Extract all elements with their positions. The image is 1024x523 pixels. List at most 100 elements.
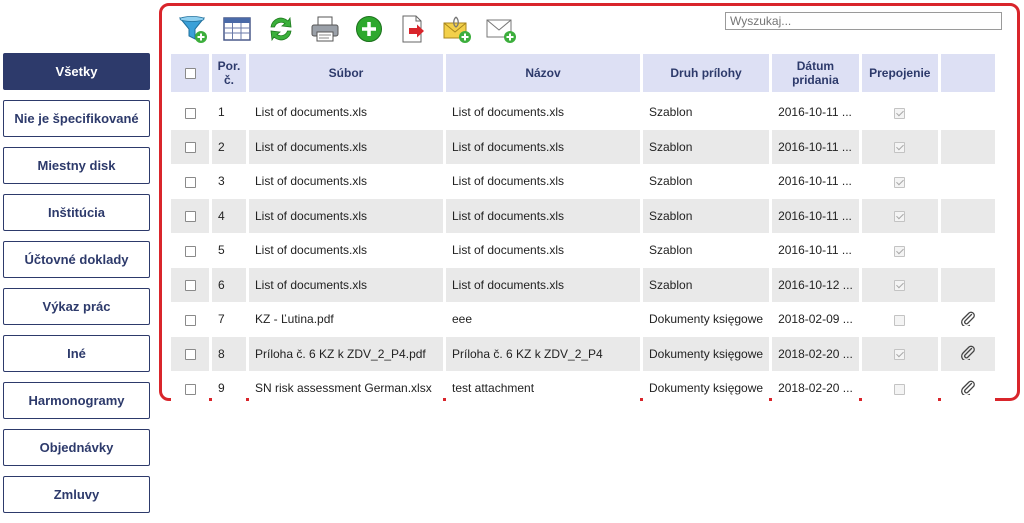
- attachment-clip-icon[interactable]: [960, 311, 976, 329]
- row-link-cell: [861, 336, 938, 371]
- row-type: Szablon: [643, 95, 770, 130]
- category-sidebar: Všetky Nie je špecifikované Miestny disk…: [3, 53, 150, 523]
- row-date: 2016-10-11 ...: [772, 233, 859, 268]
- row-type: Szablon: [643, 198, 770, 233]
- row-checkbox[interactable]: [184, 280, 196, 292]
- header-file[interactable]: Súbor: [249, 54, 443, 95]
- select-all-header: [171, 54, 209, 95]
- table-row[interactable]: 8 Príloha č. 6 KZ k ZDV_2_P4.pdf Príloha…: [171, 336, 995, 371]
- category-unspecified-button[interactable]: Nie je špecifikované: [3, 100, 150, 137]
- attachment-clip-icon[interactable]: [960, 380, 976, 398]
- refresh-icon[interactable]: [265, 13, 297, 45]
- header-link[interactable]: Prepojenie: [861, 54, 938, 95]
- row-no: 8: [212, 336, 246, 371]
- row-checkbox[interactable]: [184, 314, 196, 326]
- table-row[interactable]: 7 KZ - Ľutina.pdf eee Dokumenty księgowe…: [171, 302, 995, 337]
- link-checkbox: [894, 107, 906, 119]
- row-type: Dokumenty księgowe: [643, 371, 770, 406]
- row-select-cell: [171, 129, 209, 164]
- row-select-cell: [171, 95, 209, 130]
- table-row[interactable]: 1 List of documents.xls List of document…: [171, 95, 995, 130]
- row-select-cell: [171, 336, 209, 371]
- row-no: 1: [212, 95, 246, 130]
- row-name: eee: [446, 302, 640, 337]
- add-mail-attachment-icon[interactable]: [441, 13, 473, 45]
- header-name[interactable]: Názov: [446, 54, 640, 95]
- table-row[interactable]: 6 List of documents.xls List of document…: [171, 267, 995, 302]
- row-file[interactable]: List of documents.xls: [249, 164, 443, 199]
- add-mail-icon[interactable]: [485, 13, 517, 45]
- row-checkbox[interactable]: [184, 245, 196, 257]
- row-select-cell: [171, 302, 209, 337]
- row-link-cell: [861, 198, 938, 233]
- row-action-cell: [940, 302, 995, 337]
- row-link-cell: [861, 267, 938, 302]
- row-file[interactable]: SN risk assessment German.xlsx: [249, 371, 443, 406]
- row-file[interactable]: List of documents.xls: [249, 267, 443, 302]
- row-no: 2: [212, 129, 246, 164]
- row-file[interactable]: List of documents.xls: [249, 233, 443, 268]
- header-no[interactable]: Por. č.: [212, 54, 246, 95]
- row-select-cell: [171, 371, 209, 406]
- row-file[interactable]: List of documents.xls: [249, 95, 443, 130]
- row-type: Szablon: [643, 129, 770, 164]
- add-filter-icon[interactable]: [177, 13, 209, 45]
- row-link-cell: [861, 164, 938, 199]
- row-link-cell: [861, 95, 938, 130]
- add-icon[interactable]: [353, 13, 385, 45]
- link-checkbox: [894, 349, 906, 361]
- print-icon[interactable]: [309, 13, 341, 45]
- link-checkbox: [894, 176, 906, 188]
- row-action-cell: [940, 267, 995, 302]
- link-checkbox: [894, 314, 906, 326]
- row-date: 2016-10-11 ...: [772, 95, 859, 130]
- row-link-cell: [861, 371, 938, 406]
- row-name: List of documents.xls: [446, 233, 640, 268]
- table-columns-icon[interactable]: [221, 13, 253, 45]
- row-name: Príloha č. 6 KZ k ZDV_2_P4: [446, 336, 640, 371]
- category-accounting-docs-button[interactable]: Účtovné doklady: [3, 241, 150, 278]
- row-type: Szablon: [643, 164, 770, 199]
- select-all-checkbox[interactable]: [184, 68, 196, 80]
- header-actions: [940, 54, 995, 95]
- row-select-cell: [171, 233, 209, 268]
- search-input[interactable]: [725, 12, 1002, 30]
- link-checkbox: [894, 142, 906, 154]
- category-work-report-button[interactable]: Výkaz prác: [3, 288, 150, 325]
- row-file[interactable]: Príloha č. 6 KZ k ZDV_2_P4.pdf: [249, 336, 443, 371]
- table-row[interactable]: 9 SN risk assessment German.xlsx test at…: [171, 371, 995, 406]
- table-row[interactable]: 5 List of documents.xls List of document…: [171, 233, 995, 268]
- header-type[interactable]: Druh prílohy: [643, 54, 770, 95]
- row-checkbox[interactable]: [184, 142, 196, 154]
- row-name: test attachment: [446, 371, 640, 406]
- row-select-cell: [171, 267, 209, 302]
- table-row[interactable]: 2 List of documents.xls List of document…: [171, 129, 995, 164]
- category-all-button[interactable]: Všetky: [3, 53, 150, 90]
- export-icon[interactable]: [397, 13, 429, 45]
- row-file[interactable]: KZ - Ľutina.pdf: [249, 302, 443, 337]
- row-type: Szablon: [643, 233, 770, 268]
- row-checkbox[interactable]: [184, 211, 196, 223]
- category-schedules-button[interactable]: Harmonogramy: [3, 382, 150, 419]
- row-action-cell: [940, 233, 995, 268]
- row-checkbox[interactable]: [184, 383, 196, 395]
- table-row[interactable]: 4 List of documents.xls List of document…: [171, 198, 995, 233]
- row-date: 2018-02-20 ...: [772, 336, 859, 371]
- row-link-cell: [861, 129, 938, 164]
- row-date: 2018-02-20 ...: [772, 371, 859, 406]
- category-other-button[interactable]: Iné: [3, 335, 150, 372]
- attachment-clip-icon[interactable]: [960, 345, 976, 363]
- row-file[interactable]: List of documents.xls: [249, 198, 443, 233]
- row-checkbox[interactable]: [184, 176, 196, 188]
- header-date[interactable]: Dátum pridania: [772, 54, 859, 95]
- row-checkbox[interactable]: [184, 349, 196, 361]
- row-file[interactable]: List of documents.xls: [249, 129, 443, 164]
- category-institution-button[interactable]: Inštitúcia: [3, 194, 150, 231]
- link-checkbox: [894, 245, 906, 257]
- row-checkbox[interactable]: [184, 107, 196, 119]
- link-checkbox: [894, 280, 906, 292]
- category-contracts-button[interactable]: Zmluvy: [3, 476, 150, 513]
- table-row[interactable]: 3 List of documents.xls List of document…: [171, 164, 995, 199]
- category-local-disk-button[interactable]: Miestny disk: [3, 147, 150, 184]
- category-orders-button[interactable]: Objednávky: [3, 429, 150, 466]
